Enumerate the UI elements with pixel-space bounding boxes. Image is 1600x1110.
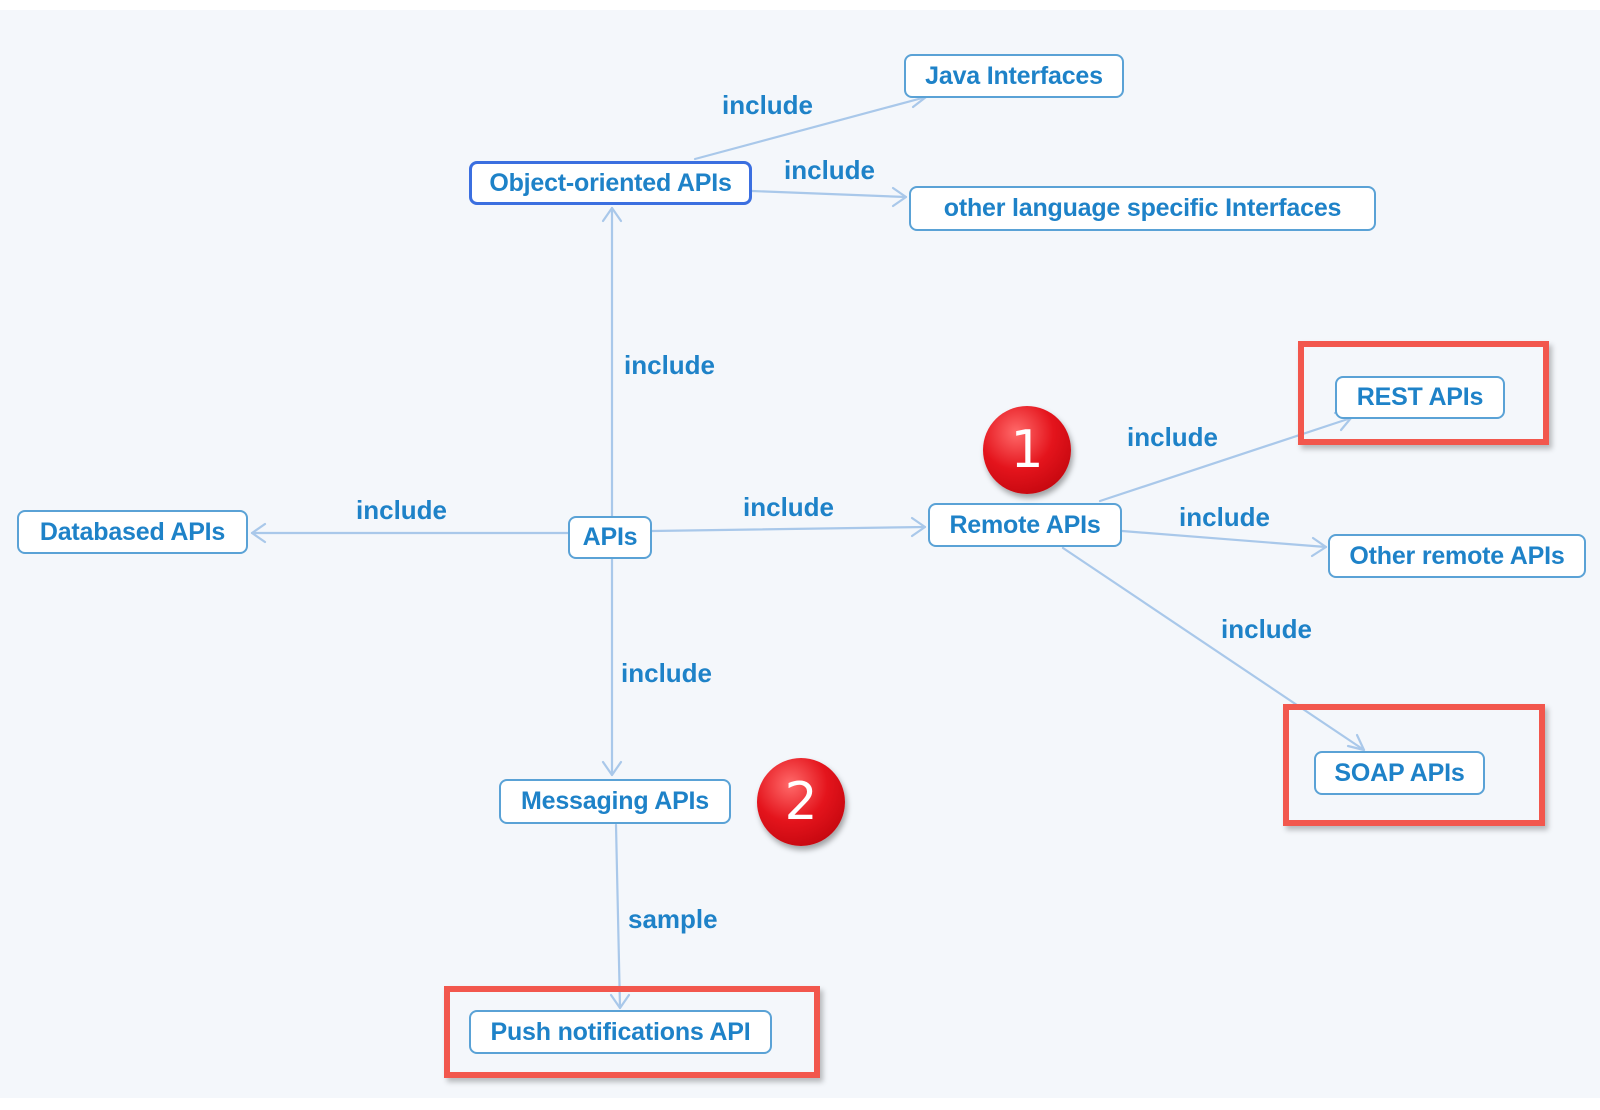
edge-label-oo-to-java: include [722,90,814,120]
edge-remote-to-other-remote [1120,529,1328,549]
node-databased-apis[interactable]: Databased APIs [17,510,248,554]
step-badge-1: 1 [983,406,1071,494]
edge-label-remote-to-soap: include [1221,614,1313,644]
edge-apis-to-remote [650,525,927,533]
node-java-interfaces[interactable]: Java Interfaces [904,54,1124,98]
edge-label-apis-to-remote: include [743,492,835,522]
edge-oo-to-other-lang [750,189,908,199]
edge-label-messaging-to-push: sample [628,904,718,934]
node-other-language-interfaces[interactable]: other language specific Interfaces [909,186,1376,231]
node-apis[interactable]: APIs [568,516,652,559]
edge-label-remote-to-rest: include [1127,422,1219,452]
node-soap-apis[interactable]: SOAP APIs [1314,751,1485,795]
edge-messaging-to-push [614,823,622,1010]
node-object-oriented-apis[interactable]: Object-oriented APIs [469,161,752,205]
node-other-remote-apis[interactable]: Other remote APIs [1328,534,1586,578]
edge-label-remote-to-other-remote: include [1179,502,1271,532]
edge-label-apis-to-messaging: include [621,658,713,688]
diagram-canvas: Java Interfaces Object-oriented APIs oth… [0,0,1600,1110]
node-push-notifications-api[interactable]: Push notifications API [469,1010,772,1054]
node-remote-apis[interactable]: Remote APIs [928,503,1122,547]
edge-label-oo-to-other-lang: include [784,155,876,185]
node-messaging-apis[interactable]: Messaging APIs [499,779,731,824]
edge-label-apis-to-oo: include [624,350,716,380]
step-badge-2: 2 [757,758,845,846]
node-rest-apis[interactable]: REST APIs [1335,376,1505,419]
edge-label-apis-to-databased: include [356,495,448,525]
